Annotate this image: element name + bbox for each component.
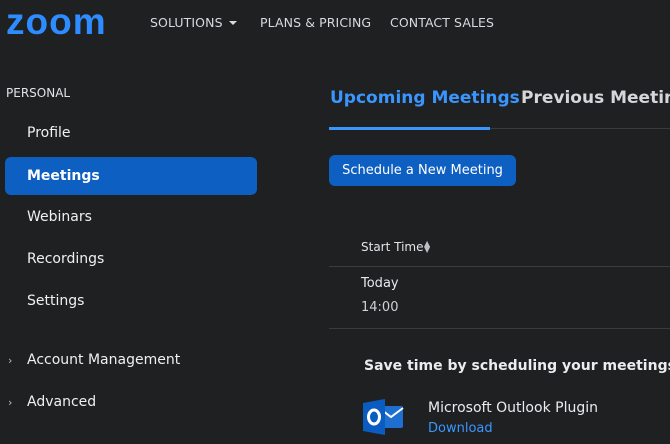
sidebar-item-label: Advanced (27, 394, 97, 410)
nav-solutions-label: SOLUTIONS (150, 15, 223, 30)
column-header-start-time[interactable]: Start Time (361, 240, 424, 254)
sidebar-item-label: Account Management (27, 352, 181, 368)
sidebar-item-settings[interactable]: Settings (5, 282, 257, 320)
nav-contact-sales[interactable]: CONTACT SALES (390, 15, 494, 30)
sidebar-item-label: Profile (27, 125, 71, 141)
download-link[interactable]: Download (428, 421, 493, 436)
sidebar-item-meetings[interactable]: Meetings (5, 157, 257, 195)
table-row-divider (329, 328, 670, 329)
sidebar-item-recordings[interactable]: Recordings (5, 240, 257, 278)
chevron-right-icon: › (8, 396, 13, 409)
meeting-time: 14:00 (361, 300, 399, 315)
tab-previous-meetings[interactable]: Previous Meetings (521, 88, 670, 108)
sidebar-item-advanced[interactable]: › Advanced (8, 392, 96, 413)
sidebar-item-account-management[interactable]: › Account Management (8, 350, 180, 371)
sidebar-item-label: Meetings (27, 168, 100, 184)
sidebar-section-personal: PERSONAL (6, 86, 71, 100)
schedule-new-meeting-button[interactable]: Schedule a New Meeting (329, 155, 516, 186)
sidebar-item-profile[interactable]: Profile (5, 114, 257, 152)
sidebar-item-label: Settings (27, 293, 85, 309)
sidebar-item-label: Recordings (27, 251, 105, 267)
sort-icon[interactable]: ▲ ▼ (424, 240, 430, 254)
promo-title: Save time by scheduling your meetings (364, 358, 670, 374)
zoom-logo[interactable]: zoom (6, 0, 107, 44)
table-header-divider (329, 266, 670, 267)
outlook-plugin-name: Microsoft Outlook Plugin (428, 400, 598, 416)
chevron-right-icon: › (8, 354, 13, 367)
caret-down-icon (228, 20, 237, 25)
meeting-day: Today (361, 276, 399, 291)
outlook-icon (363, 399, 404, 435)
sidebar-item-webinars[interactable]: Webinars (5, 198, 257, 236)
top-navigation-bar: zoom SOLUTIONS PLANS & PRICING CONTACT S… (0, 0, 670, 46)
active-tab-indicator (329, 127, 490, 130)
table-header: Start Time ▲ ▼ (329, 228, 670, 266)
tab-upcoming-meetings[interactable]: Upcoming Meetings (330, 88, 520, 108)
sidebar-item-label: Webinars (27, 209, 92, 225)
nav-plans-pricing[interactable]: PLANS & PRICING (260, 15, 371, 30)
nav-solutions[interactable]: SOLUTIONS (150, 15, 237, 30)
